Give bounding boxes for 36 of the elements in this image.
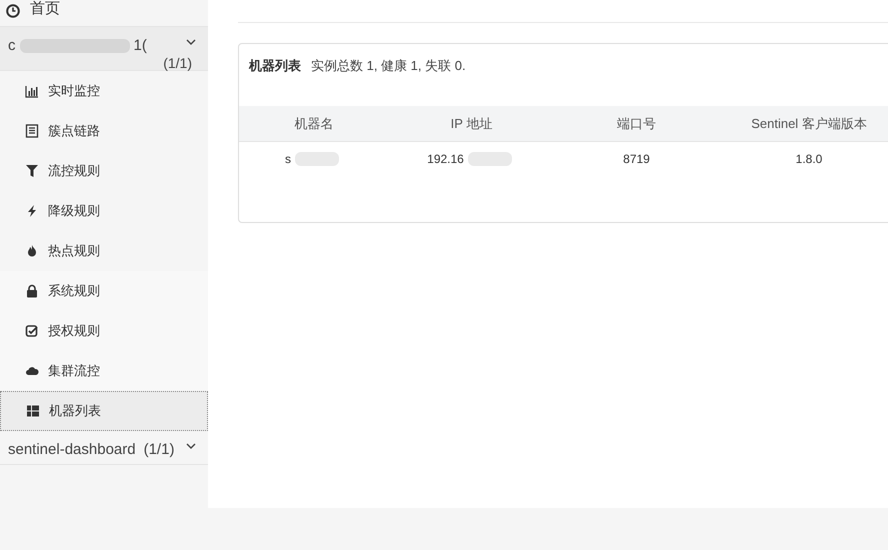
checkbox-icon [25, 324, 39, 338]
table-cell: 8719 [623, 152, 650, 166]
column-header: Sentinel 客户端版本 [751, 116, 867, 130]
group-header[interactable]: c 1( (1/1) [0, 27, 208, 71]
lightning-icon [25, 204, 39, 218]
menu-item[interactable]: 热点规则 [0, 231, 208, 271]
group-title: sentinel-dashboard [8, 441, 136, 458]
lock-icon [25, 284, 39, 298]
group-title: 1( [134, 37, 147, 54]
clock-icon [6, 4, 20, 18]
column-header: 机器名 [294, 116, 334, 130]
table-cell: s [285, 152, 291, 166]
table-cell: 192.16 [427, 152, 464, 166]
menu-item[interactable]: 机器列表 [0, 391, 208, 431]
column-header: 端口号 [617, 116, 656, 130]
table-cell: 1.8.0 [796, 152, 822, 166]
group-header[interactable]: sentinel-dashboard (1/1) [0, 431, 208, 465]
menu-item[interactable]: 实时监控 [0, 71, 208, 111]
grid-icon [26, 404, 40, 418]
chevron-down-icon [186, 442, 196, 448]
instance-count: (1/1) [144, 441, 174, 458]
group-title: c [8, 37, 16, 54]
panel-title: 机器列表 [249, 57, 301, 75]
bar-chart-icon [25, 84, 39, 98]
menu-item[interactable]: 流控规则 [0, 151, 208, 191]
instance-summary: 实例总数 1, 健康 1, 失联 0. [311, 57, 466, 75]
chevron-down-icon [186, 38, 196, 44]
list-icon [25, 124, 39, 138]
column-header: IP 地址 [450, 116, 492, 130]
flame-icon [25, 244, 39, 258]
menu-item[interactable]: 簇点链路 [0, 111, 208, 151]
menu-item[interactable]: 降级规则 [0, 191, 208, 231]
home-link[interactable]: 首页 [30, 0, 60, 18]
cloud-icon [25, 364, 39, 378]
filter-icon [25, 164, 39, 178]
instance-count: (1/1) [163, 55, 192, 71]
